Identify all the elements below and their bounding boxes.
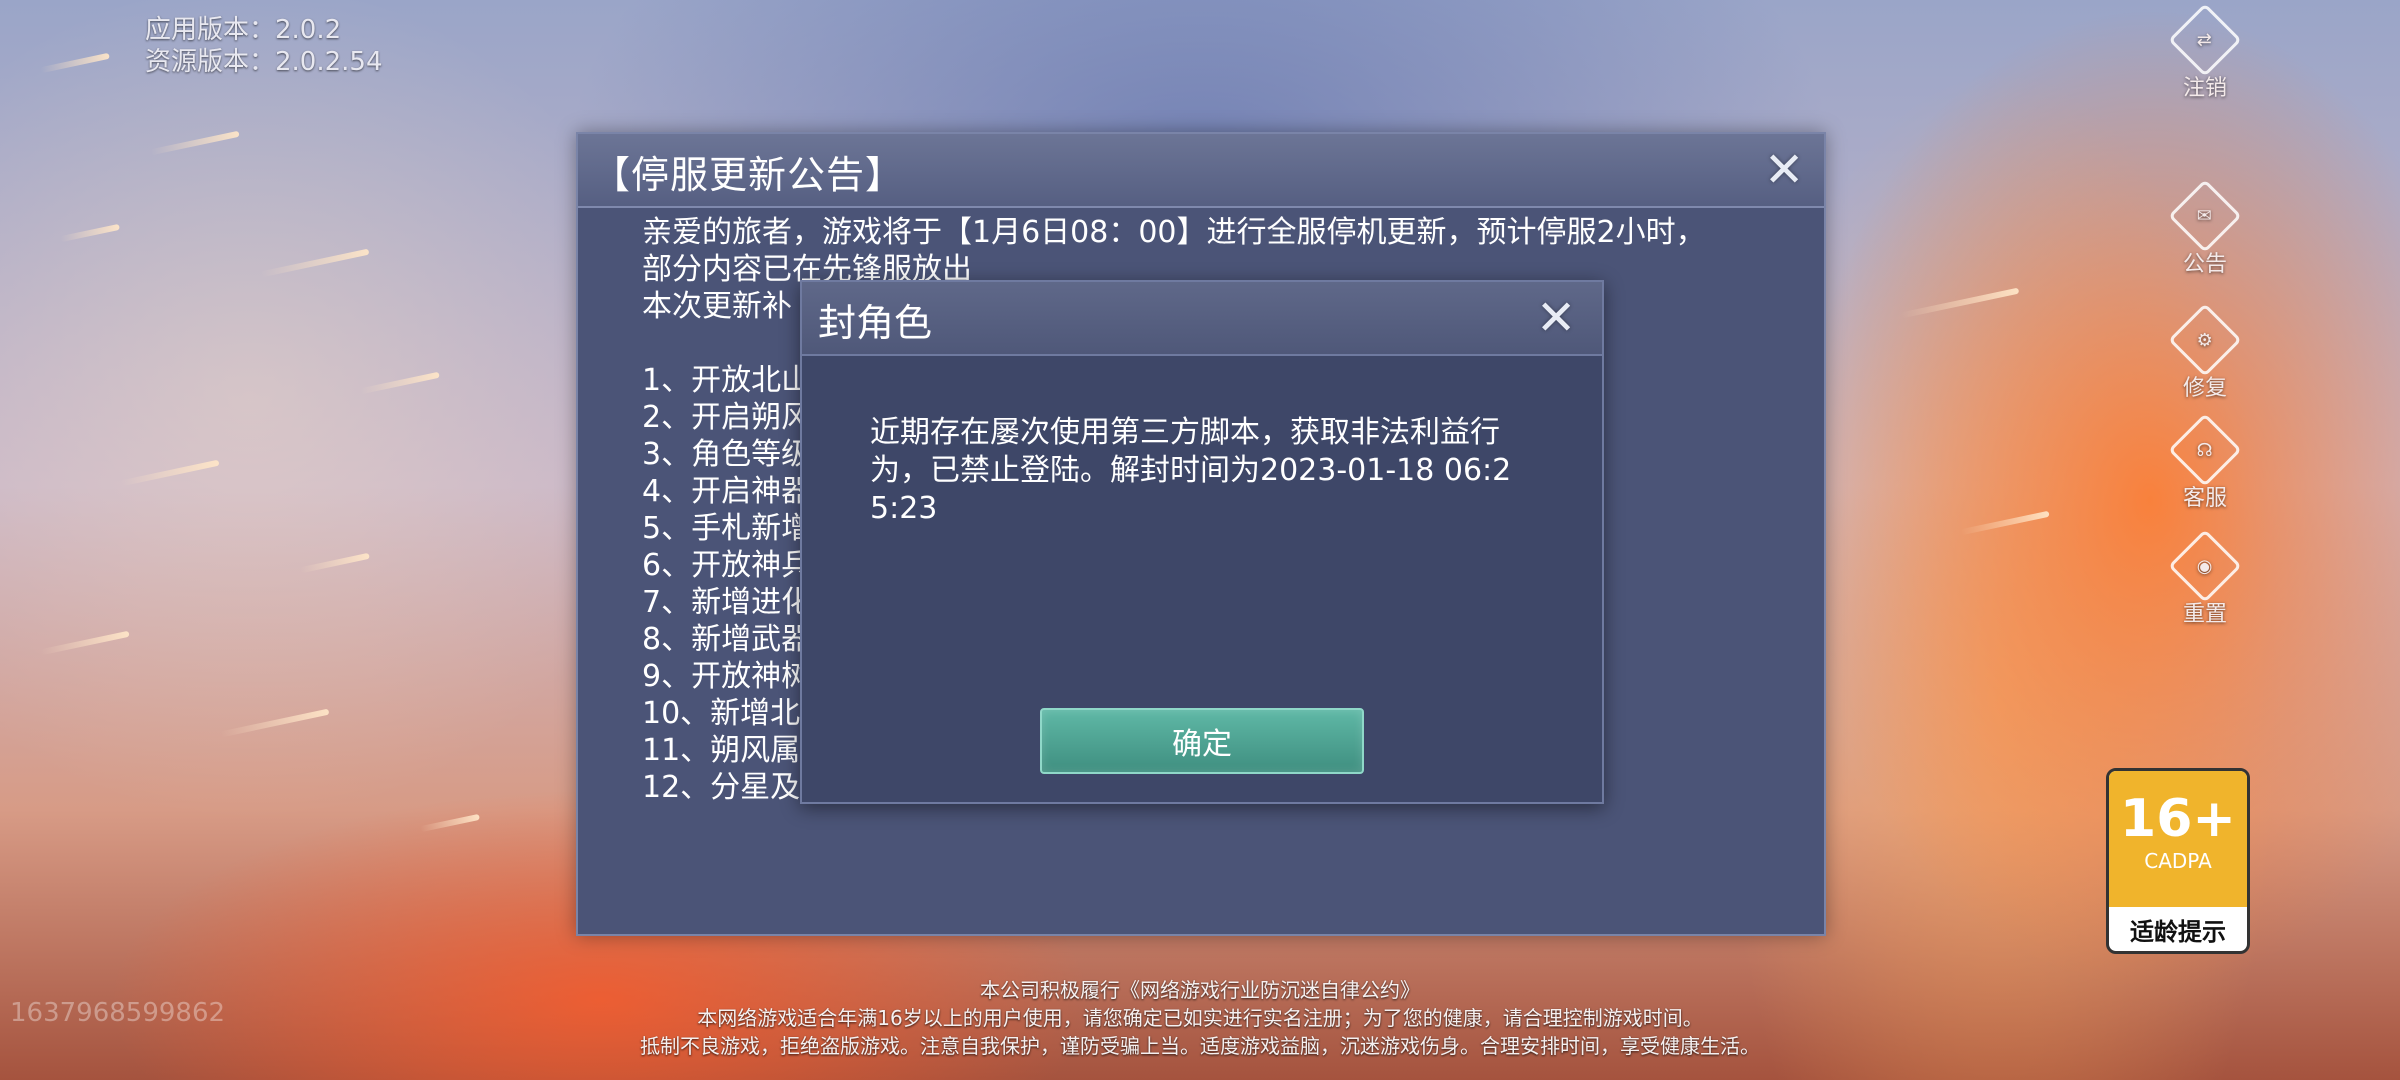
spark [60, 223, 120, 243]
spark [260, 248, 370, 278]
dialog-close-button[interactable]: ✕ [1536, 294, 1576, 342]
side-button-label: 客服 [2182, 486, 2227, 511]
spark [300, 552, 370, 574]
spark [360, 371, 440, 395]
spark [150, 130, 240, 156]
dialog-title: 封角色 [818, 301, 933, 345]
notice-close-button[interactable]: ✕ [1764, 146, 1804, 194]
age-rating-badge[interactable]: 16+ CADPA 适龄提示 [2106, 768, 2250, 954]
resource-version: 资源版本：2.0.2.54 [145, 47, 383, 77]
footer-line-3: 抵制不良游戏，拒绝盗版游戏。注意自我保护，谨防受骗上当。适度游戏益脑，沉迷游戏伤… [640, 1034, 1760, 1058]
reset-icon: ◉ [2168, 529, 2242, 603]
ban-dialog: 封角色 ✕ 近期存在屡次使用第三方脚本，获取非法利益行为，已禁止登陆。解封时间为… [800, 280, 1604, 804]
notice-line: 亲爱的旅者，游戏将于【1月6日08：00】进行全服停机更新，预计停服2小时， [642, 215, 1706, 250]
spark [420, 813, 480, 833]
logout-icon: ⇄ [2168, 3, 2242, 77]
footer-line-1: 本公司积极履行《网络游戏行业防沉迷自律公约》 [980, 978, 1420, 1002]
spark [1900, 287, 2020, 319]
notice-header: 【停服更新公告】 ✕ [578, 134, 1824, 208]
spark [40, 52, 110, 74]
anti-addiction-footer: 本公司积极履行《网络游戏行业防沉迷自律公约》 本网络游戏适合年满16岁以上的用户… [0, 976, 2400, 1060]
dialog-header: 封角色 ✕ [802, 282, 1602, 356]
announcement-icon: ✉ [2168, 179, 2242, 253]
side-button-logout[interactable]: ⇄ 注销 [2168, 3, 2242, 102]
side-button-announcement[interactable]: ✉ 公告 [2168, 179, 2242, 278]
side-button-label: 修复 [2182, 376, 2227, 401]
side-button-label: 重置 [2182, 602, 2227, 627]
notice-title: 【停服更新公告】 [592, 153, 905, 197]
customer-service-icon: ☊ [2168, 413, 2242, 487]
ban-message: 近期存在屡次使用第三方脚本，获取非法利益行为，已禁止登陆。解封时间为2023-0… [870, 415, 1512, 526]
spark [40, 630, 130, 656]
side-button-repair[interactable]: ⚙ 修复 [2168, 303, 2242, 402]
side-button-label: 注销 [2182, 76, 2227, 101]
spark [1960, 510, 2050, 536]
side-button-reset[interactable]: ◉ 重置 [2168, 529, 2242, 628]
side-button-label: 公告 [2182, 252, 2227, 277]
version-info: 应用版本：2.0.2 资源版本：2.0.2.54 [145, 14, 383, 78]
side-button-customer-service[interactable]: ☊ 客服 [2168, 413, 2242, 512]
age-rating-label: 适龄提示 [2130, 917, 2226, 946]
footer-line-2: 本网络游戏适合年满16岁以上的用户使用，请您确定已如实进行实名注册；为了您的健康… [697, 1006, 1703, 1030]
repair-icon: ⚙ [2168, 303, 2242, 377]
app-version: 应用版本：2.0.2 [145, 15, 342, 45]
confirm-button[interactable]: 确定 [1040, 708, 1364, 774]
age-rating-number: 16+ [2120, 789, 2236, 849]
age-rating-org: CADPA [2144, 849, 2212, 873]
age-rating-top: 16+ CADPA [2109, 771, 2247, 907]
spark [120, 459, 220, 487]
spark [220, 708, 330, 738]
